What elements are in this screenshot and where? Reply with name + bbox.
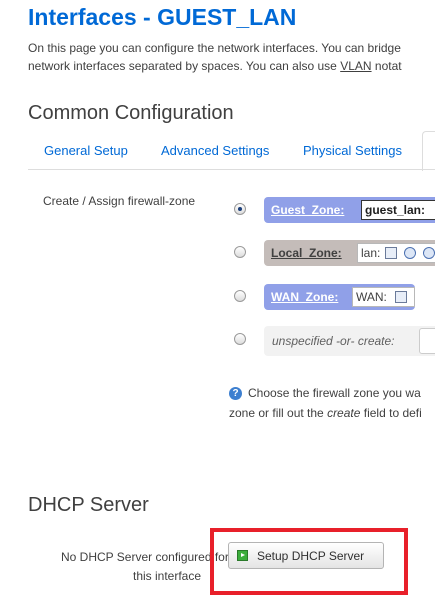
dhcp-server-heading: DHCP Server bbox=[28, 494, 149, 516]
wan-zone-radio[interactable] bbox=[234, 290, 246, 302]
setup-dhcp-server-label: Setup DHCP Server bbox=[257, 549, 365, 563]
wifi-icon bbox=[404, 247, 416, 259]
wan-zone-name: WAN_Zone: bbox=[271, 290, 339, 304]
unspecified-zone-option[interactable]: unspecified -or- create: bbox=[264, 326, 435, 356]
intro-text-line-2-start: network interfaces separated by spaces. … bbox=[28, 59, 341, 73]
help-icon: ? bbox=[229, 387, 242, 400]
local-zone-networks: lan: bbox=[357, 243, 435, 263]
firewall-help-line-1: Choose the firewall zone you wa bbox=[248, 386, 421, 400]
network-icon bbox=[385, 247, 397, 259]
add-icon bbox=[237, 550, 248, 561]
tab-physical-settings[interactable]: Physical Settings bbox=[303, 143, 402, 158]
unspecified-zone-label: unspecified -or- create: bbox=[272, 334, 395, 348]
tab-firewall-settings-partial[interactable] bbox=[422, 131, 435, 171]
wan-zone-networks: WAN: bbox=[352, 287, 415, 307]
dhcp-status-line-2: this interface bbox=[133, 569, 202, 583]
local-zone-name: Local_Zone: bbox=[271, 246, 342, 260]
wan-zone-network-value: WAN: bbox=[356, 290, 387, 304]
create-zone-input[interactable] bbox=[419, 328, 435, 354]
intro-text-line-2: network interfaces separated by spaces. … bbox=[28, 57, 402, 75]
guest-zone-network-value: guest_lan: bbox=[365, 203, 426, 217]
local-zone-radio[interactable] bbox=[234, 246, 246, 258]
firewall-help-line-2: zone or fill out the create field to def… bbox=[229, 406, 422, 420]
firewall-help-line-2-start: zone or fill out the bbox=[229, 406, 328, 420]
local-zone-option[interactable]: Local_Zone: lan: bbox=[264, 240, 435, 266]
guest-zone-name: Guest_Zone: bbox=[271, 203, 345, 217]
common-configuration-heading: Common Configuration bbox=[28, 102, 234, 124]
setup-dhcp-server-button[interactable]: Setup DHCP Server bbox=[228, 542, 384, 569]
local-zone-network-value: lan: bbox=[361, 246, 381, 260]
guest-zone-radio[interactable] bbox=[234, 203, 246, 215]
unspecified-zone-radio[interactable] bbox=[234, 333, 246, 345]
wifi-icon bbox=[423, 247, 435, 259]
firewall-help-create-word: create bbox=[327, 406, 361, 420]
wan-zone-option[interactable]: WAN_Zone: WAN: bbox=[264, 284, 415, 310]
firewall-zone-label: Create / Assign firewall-zone bbox=[43, 194, 196, 208]
intro-text-line-1: On this page you can configure the netwo… bbox=[28, 41, 401, 55]
tabs-divider bbox=[28, 169, 435, 170]
firewall-help-line-2-end: field to defi bbox=[360, 406, 422, 420]
guest-zone-option[interactable]: Guest_Zone: guest_lan: bbox=[264, 197, 435, 223]
vlan-link[interactable]: VLAN bbox=[340, 59, 371, 73]
network-icon bbox=[395, 291, 407, 303]
guest-zone-networks: guest_lan: bbox=[361, 200, 435, 220]
page-title: Interfaces - GUEST_LAN bbox=[28, 4, 297, 30]
tab-general-setup[interactable]: General Setup bbox=[44, 143, 128, 158]
tab-advanced-settings[interactable]: Advanced Settings bbox=[161, 143, 269, 158]
dhcp-status-line-1: No DHCP Server configured for bbox=[61, 550, 229, 564]
intro-text-line-2-end: notat bbox=[371, 59, 402, 73]
